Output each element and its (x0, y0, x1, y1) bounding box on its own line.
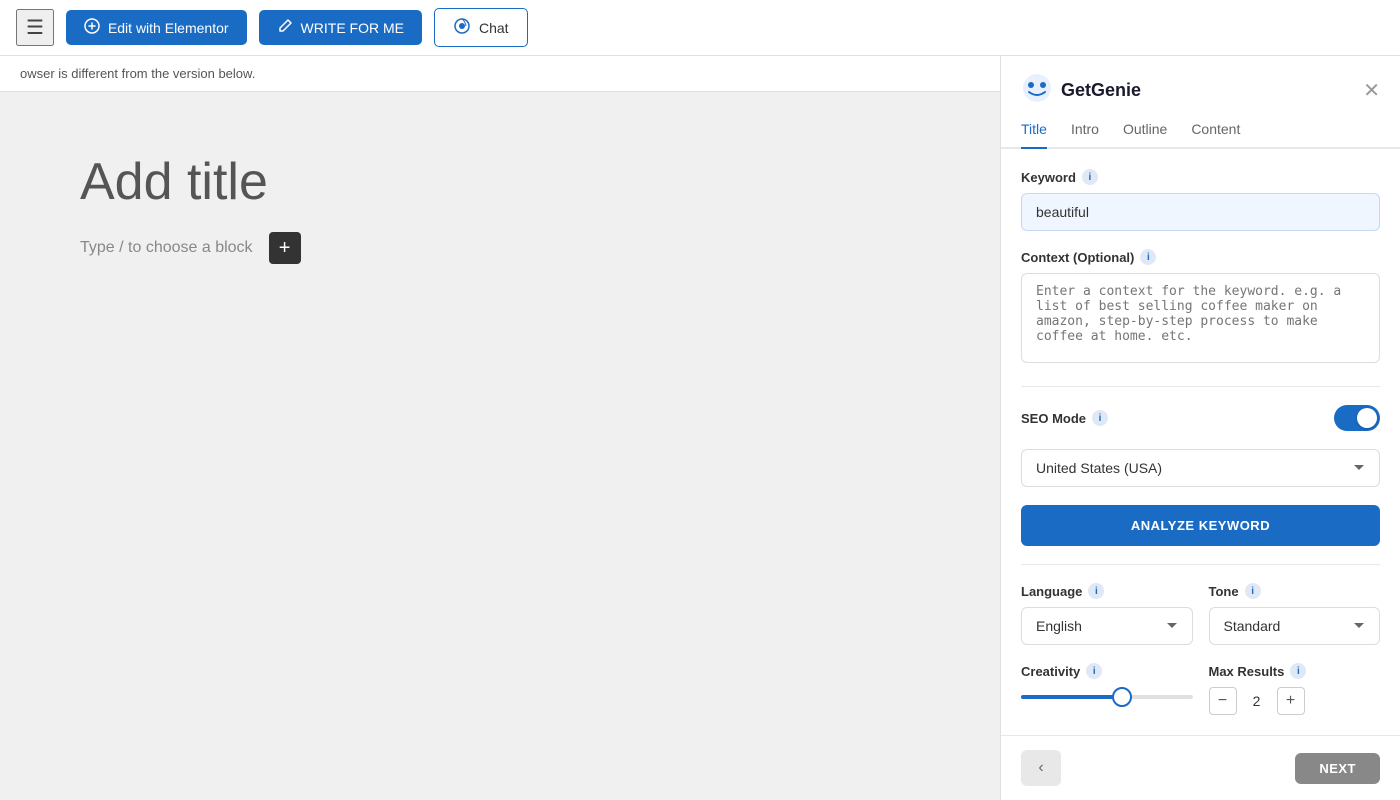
elementor-icon (84, 18, 100, 37)
country-field: United States (USA) United Kingdom Canad… (1021, 449, 1380, 487)
creativity-maxresults-row: Creativity i Max Results i − 2 (1021, 663, 1380, 715)
tone-label: Tone i (1209, 583, 1381, 599)
elementor-button-label: Edit with Elementor (108, 20, 229, 36)
max-results-value: 2 (1247, 693, 1267, 709)
keyword-input[interactable] (1021, 193, 1380, 231)
write-icon (277, 18, 293, 37)
language-field: Language i English Spanish French German (1021, 583, 1193, 645)
divider-2 (1021, 564, 1380, 565)
chat-icon (453, 17, 471, 38)
divider-1 (1021, 386, 1380, 387)
creativity-info-icon[interactable]: i (1086, 663, 1102, 679)
panel-content: Keyword i Context (Optional) i SEO Mode … (1001, 149, 1400, 735)
tone-info-icon[interactable]: i (1245, 583, 1261, 599)
hamburger-button[interactable]: ☰ (16, 9, 54, 46)
tone-field: Tone i Standard Formal Casual Humorous (1209, 583, 1381, 645)
editor-area: owser is different from the version belo… (0, 56, 1000, 800)
language-tone-row: Language i English Spanish French German… (1021, 583, 1380, 645)
write-button-label: WRITE FOR ME (301, 20, 404, 36)
max-results-label: Max Results i (1209, 663, 1381, 679)
context-textarea[interactable] (1021, 273, 1380, 363)
max-results-decrement[interactable]: − (1209, 687, 1237, 715)
toolbar: ☰ Edit with Elementor WRITE FOR ME Chat (0, 0, 1400, 56)
context-label: Context (Optional) i (1021, 249, 1380, 265)
editor-title-placeholder[interactable]: Add title (80, 152, 920, 212)
language-info-icon[interactable]: i (1088, 583, 1104, 599)
tab-outline[interactable]: Outline (1123, 121, 1167, 149)
back-button[interactable]: ‹ (1021, 750, 1061, 786)
context-info-icon[interactable]: i (1140, 249, 1156, 265)
creativity-label: Creativity i (1021, 663, 1193, 679)
language-select[interactable]: English Spanish French German (1021, 607, 1193, 645)
creativity-slider-thumb[interactable] (1112, 687, 1132, 707)
tab-intro[interactable]: Intro (1071, 121, 1099, 149)
language-label: Language i (1021, 583, 1193, 599)
panel-tabs: Title Intro Outline Content (1001, 109, 1400, 149)
panel-header: GetGenie ✕ (1001, 56, 1400, 109)
analyze-keyword-button[interactable]: ANALYZE KEYWORD (1021, 505, 1380, 546)
tab-content[interactable]: Content (1191, 121, 1240, 149)
editor-canvas: Add title Type / to choose a block + (0, 92, 1000, 324)
panel-footer: ‹ NEXT (1001, 735, 1400, 800)
tone-select[interactable]: Standard Formal Casual Humorous (1209, 607, 1381, 645)
editor-block-hint: Type / to choose a block + (80, 232, 920, 264)
max-results-stepper: − 2 + (1209, 687, 1381, 715)
seo-mode-label: SEO Mode i (1021, 410, 1108, 426)
getgenie-logo-icon (1021, 72, 1053, 109)
right-panel: GetGenie ✕ Title Intro Outline Content K… (1000, 56, 1400, 800)
creativity-slider-track (1021, 695, 1193, 699)
next-button[interactable]: NEXT (1295, 753, 1380, 784)
keyword-info-icon[interactable]: i (1082, 169, 1098, 185)
editor-notice: owser is different from the version belo… (0, 56, 1000, 92)
edit-elementor-button[interactable]: Edit with Elementor (66, 10, 247, 45)
panel-logo-text: GetGenie (1061, 80, 1141, 101)
creativity-slider-fill (1021, 695, 1115, 699)
max-results-increment[interactable]: + (1277, 687, 1305, 715)
tab-title[interactable]: Title (1021, 121, 1047, 149)
panel-close-button[interactable]: ✕ (1363, 78, 1380, 103)
chat-button-label: Chat (479, 20, 509, 36)
context-field: Context (Optional) i (1021, 249, 1380, 368)
seo-mode-toggle[interactable] (1334, 405, 1380, 431)
country-select[interactable]: United States (USA) United Kingdom Canad… (1021, 449, 1380, 487)
creativity-field: Creativity i (1021, 663, 1193, 715)
keyword-field: Keyword i (1021, 169, 1380, 231)
seo-mode-info-icon[interactable]: i (1092, 410, 1108, 426)
main-area: owser is different from the version belo… (0, 56, 1400, 800)
write-for-me-button[interactable]: WRITE FOR ME (259, 10, 422, 45)
seo-mode-row: SEO Mode i (1021, 405, 1380, 431)
add-block-button[interactable]: + (269, 232, 301, 264)
max-results-field: Max Results i − 2 + (1209, 663, 1381, 715)
keyword-label: Keyword i (1021, 169, 1380, 185)
chat-button[interactable]: Chat (434, 8, 528, 47)
max-results-info-icon[interactable]: i (1290, 663, 1306, 679)
panel-logo: GetGenie (1021, 72, 1141, 109)
